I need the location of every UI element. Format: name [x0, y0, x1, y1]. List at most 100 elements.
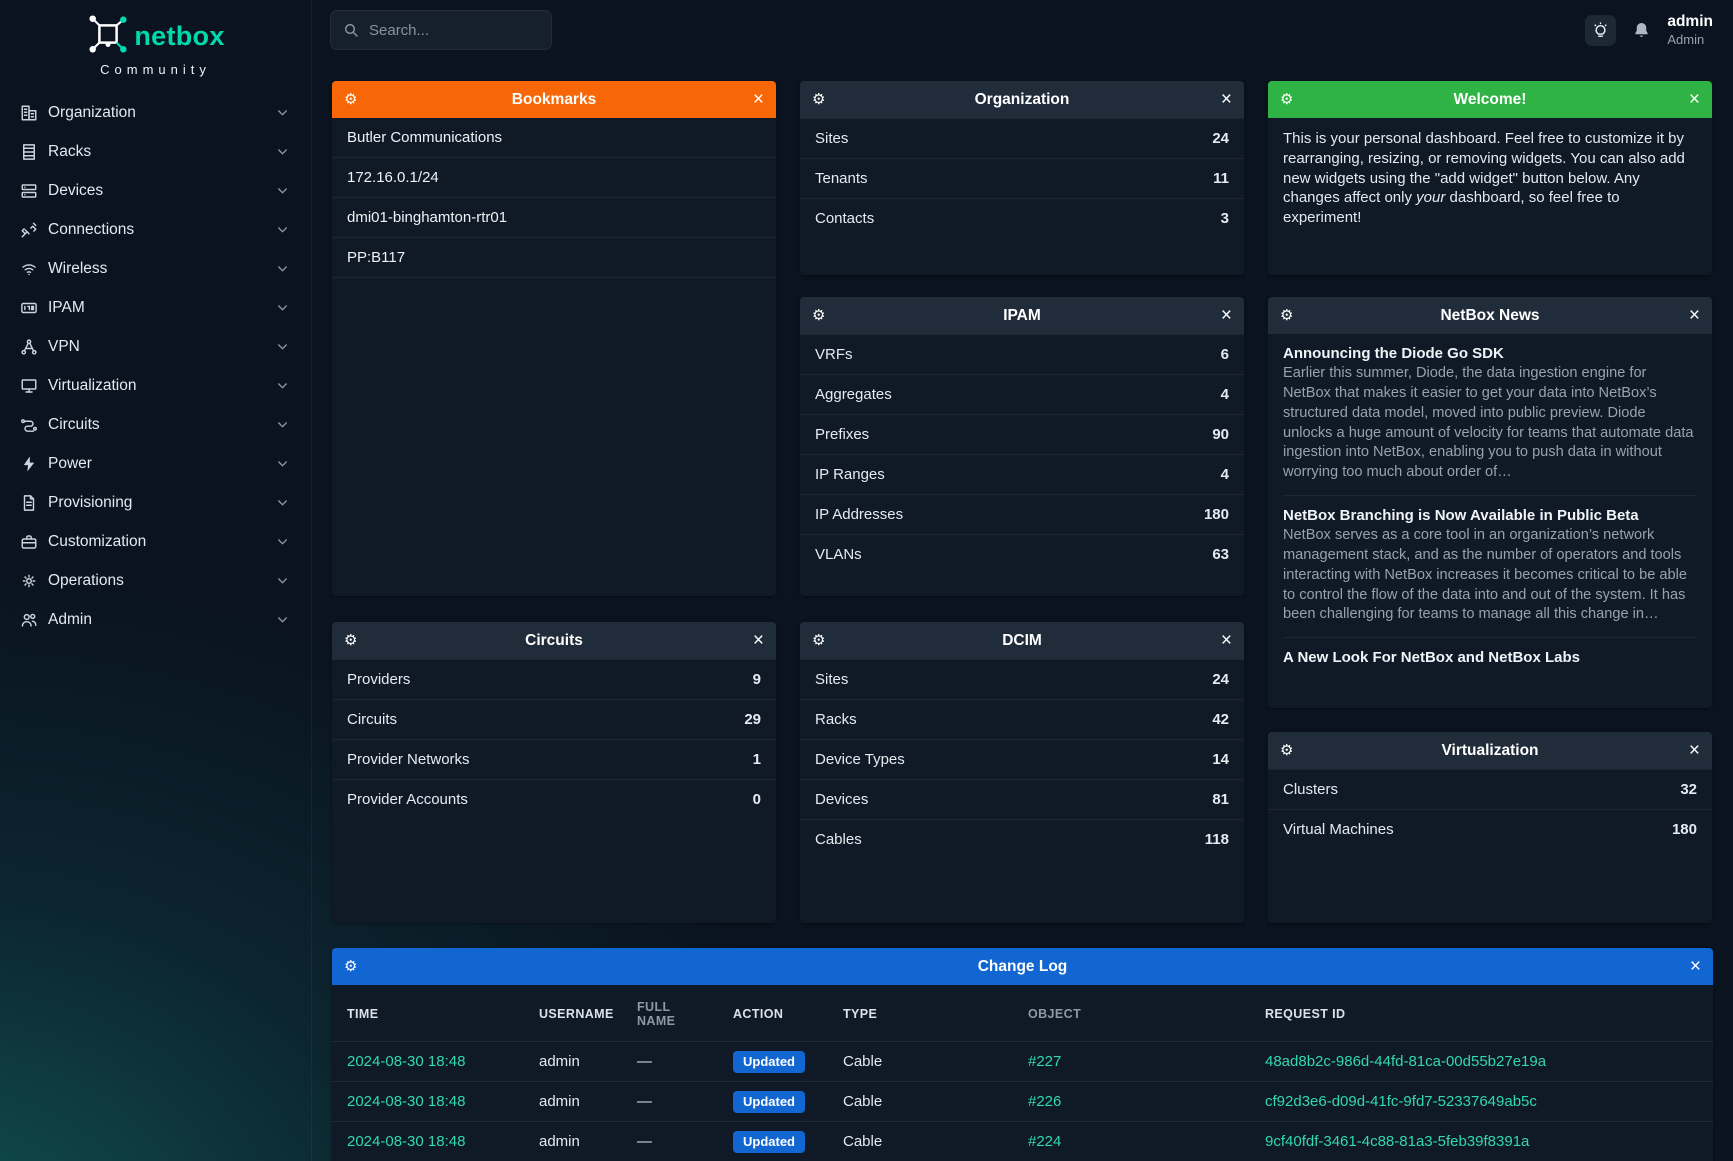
sidebar-item[interactable]: Virtualization — [0, 366, 311, 405]
gear-icon[interactable]: ⚙ — [812, 633, 825, 648]
stat-label[interactable]: Circuits — [347, 711, 397, 728]
brand[interactable]: netbox Community — [0, 0, 311, 77]
notifications-button[interactable] — [1632, 21, 1651, 40]
change-time-link[interactable]: 2024-08-30 18:48 — [347, 1053, 465, 1070]
stat-value[interactable]: 9 — [753, 671, 761, 688]
bookmark-item[interactable]: PP:B117 — [332, 238, 776, 278]
stat-value[interactable]: 180 — [1672, 821, 1697, 838]
sidebar-item[interactable]: Devices — [0, 171, 311, 210]
user-menu[interactable]: admin Admin — [1667, 12, 1713, 48]
news-item-title[interactable]: A New Look For NetBox and NetBox Labs — [1283, 649, 1697, 666]
stat-label[interactable]: Clusters — [1283, 781, 1338, 798]
stat-value[interactable]: 90 — [1212, 426, 1229, 443]
stat-label[interactable]: Sites — [815, 130, 848, 147]
stat-value[interactable]: 14 — [1212, 751, 1229, 768]
sidebar-item[interactable]: Power — [0, 444, 311, 483]
column-header[interactable]: TYPE — [828, 985, 1013, 1042]
close-icon[interactable]: × — [1221, 631, 1232, 650]
gear-icon[interactable]: ⚙ — [1280, 308, 1293, 323]
stat-value[interactable]: 42 — [1212, 711, 1229, 728]
stat-label[interactable]: Prefixes — [815, 426, 869, 443]
stat-label[interactable]: Provider Networks — [347, 751, 470, 768]
stat-value[interactable]: 1 — [753, 751, 761, 768]
stat-value[interactable]: 6 — [1221, 346, 1229, 363]
stat-value[interactable]: 118 — [1205, 831, 1229, 848]
search-box[interactable] — [330, 10, 552, 50]
close-icon[interactable]: × — [753, 90, 764, 109]
stat-label[interactable]: Aggregates — [815, 386, 892, 403]
gear-icon[interactable]: ⚙ — [344, 633, 357, 648]
stat-label[interactable]: IP Addresses — [815, 506, 903, 523]
stat-value[interactable]: 63 — [1212, 546, 1229, 563]
close-icon[interactable]: × — [1689, 741, 1700, 760]
column-header[interactable]: USERNAME — [524, 985, 622, 1042]
column-header[interactable]: OBJECT — [1013, 985, 1250, 1042]
stat-label[interactable]: Contacts — [815, 210, 874, 227]
bookmark-item[interactable]: 172.16.0.1/24 — [332, 158, 776, 198]
sidebar-item[interactable]: Racks — [0, 132, 311, 171]
stat-value[interactable]: 24 — [1212, 671, 1229, 688]
sidebar-item[interactable]: Connections — [0, 210, 311, 249]
stat-value[interactable]: 24 — [1212, 130, 1229, 147]
change-request-id-link[interactable]: 48ad8b2c-986d-44fd-81ca-00d55b27e19a — [1265, 1053, 1546, 1070]
close-icon[interactable]: × — [753, 631, 764, 650]
gear-icon[interactable]: ⚙ — [1280, 743, 1293, 758]
change-object-link[interactable]: #227 — [1028, 1053, 1061, 1070]
stat-label[interactable]: Devices — [815, 791, 868, 808]
sidebar-item[interactable]: Organization — [0, 93, 311, 132]
stat-value[interactable]: 180 — [1204, 506, 1229, 523]
stat-value[interactable]: 32 — [1680, 781, 1697, 798]
sidebar-item[interactable]: Circuits — [0, 405, 311, 444]
column-header[interactable]: TIME — [332, 985, 524, 1042]
stat-value[interactable]: 29 — [744, 711, 761, 728]
search-input[interactable] — [369, 22, 529, 39]
stat-value[interactable]: 81 — [1212, 791, 1229, 808]
sidebar-item[interactable]: Wireless — [0, 249, 311, 288]
sidebar-item[interactable]: Provisioning — [0, 483, 311, 522]
stat-label[interactable]: Cables — [815, 831, 862, 848]
column-header[interactable]: FULL NAME — [622, 985, 718, 1042]
column-header[interactable]: ACTION — [718, 985, 828, 1042]
sidebar-item[interactable]: IPAM — [0, 288, 311, 327]
gear-icon[interactable]: ⚙ — [812, 92, 825, 107]
stat-value[interactable]: 0 — [753, 791, 761, 808]
stat-label[interactable]: Device Types — [815, 751, 905, 768]
change-request-id-link[interactable]: 9cf40fdf-3461-4c88-81a3-5feb39f8391a — [1265, 1133, 1529, 1150]
stat-value[interactable]: 11 — [1213, 170, 1229, 187]
sidebar-item[interactable]: Customization — [0, 522, 311, 561]
close-icon[interactable]: × — [1690, 957, 1701, 976]
stat-value[interactable]: 3 — [1221, 210, 1229, 227]
change-object-link[interactable]: #226 — [1028, 1093, 1061, 1110]
sidebar-item[interactable]: Admin — [0, 600, 311, 639]
stat-label[interactable]: VRFs — [815, 346, 853, 363]
column-header[interactable]: REQUEST ID — [1250, 985, 1713, 1042]
close-icon[interactable]: × — [1689, 90, 1700, 109]
bookmark-item[interactable]: dmi01-binghamton-rtr01 — [332, 198, 776, 238]
close-icon[interactable]: × — [1689, 306, 1700, 325]
theme-toggle-button[interactable] — [1585, 15, 1616, 46]
stat-label[interactable]: Providers — [347, 671, 410, 688]
gear-icon[interactable]: ⚙ — [344, 959, 357, 974]
sidebar-item[interactable]: Operations — [0, 561, 311, 600]
change-object-link[interactable]: #224 — [1028, 1133, 1061, 1150]
bookmark-item[interactable]: Butler Communications — [332, 118, 776, 158]
change-time-link[interactable]: 2024-08-30 18:48 — [347, 1133, 465, 1150]
sidebar-item[interactable]: VPN — [0, 327, 311, 366]
close-icon[interactable]: × — [1221, 306, 1232, 325]
stat-label[interactable]: VLANs — [815, 546, 862, 563]
stat-label[interactable]: Provider Accounts — [347, 791, 468, 808]
stat-label[interactable]: Tenants — [815, 170, 868, 187]
news-item-title[interactable]: NetBox Branching is Now Available in Pub… — [1283, 507, 1697, 524]
change-request-id-link[interactable]: cf92d3e6-d09d-41fc-9fd7-52337649ab5c — [1265, 1093, 1537, 1110]
stat-label[interactable]: Racks — [815, 711, 857, 728]
stat-value[interactable]: 4 — [1221, 466, 1229, 483]
stat-label[interactable]: Sites — [815, 671, 848, 688]
change-time-link[interactable]: 2024-08-30 18:48 — [347, 1093, 465, 1110]
stat-label[interactable]: IP Ranges — [815, 466, 885, 483]
gear-icon[interactable]: ⚙ — [1280, 92, 1293, 107]
stat-value[interactable]: 4 — [1221, 386, 1229, 403]
close-icon[interactable]: × — [1221, 90, 1232, 109]
stat-label[interactable]: Virtual Machines — [1283, 821, 1394, 838]
gear-icon[interactable]: ⚙ — [812, 308, 825, 323]
gear-icon[interactable]: ⚙ — [344, 92, 357, 107]
